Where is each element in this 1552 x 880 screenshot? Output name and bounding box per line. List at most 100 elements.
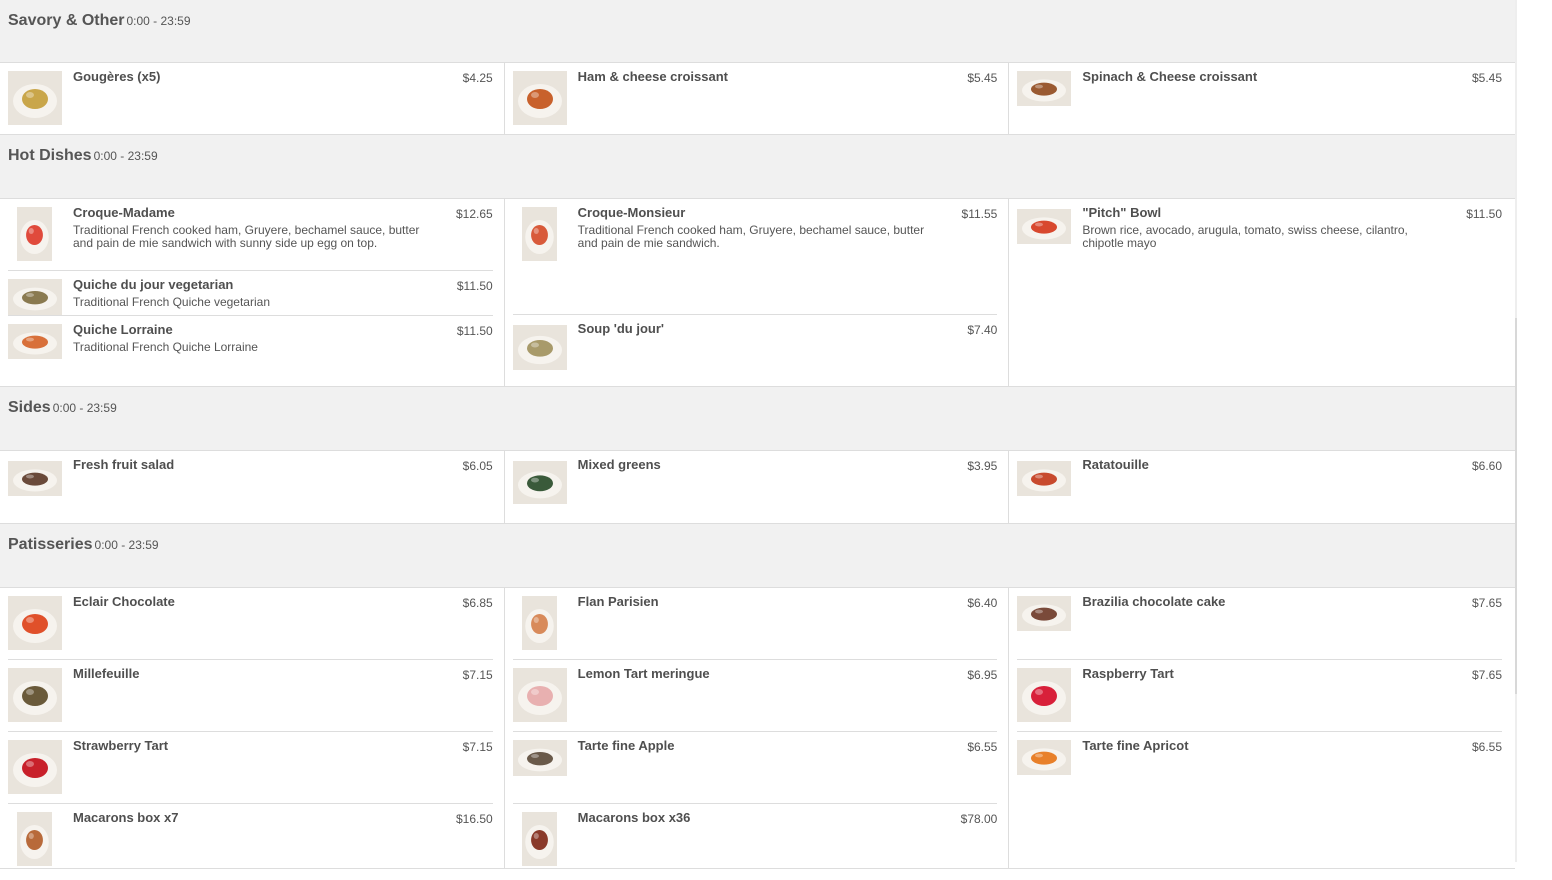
item-name[interactable]: Macarons box x36 [578, 810, 928, 826]
menu-item[interactable]: Croque-Monsieur Traditional French cooked… [513, 199, 997, 314]
item-photo[interactable] [8, 279, 62, 315]
item-photo[interactable] [512, 325, 567, 370]
menu-item[interactable]: Raspberry Tart $7.65 [1017, 659, 1503, 731]
menu-item[interactable]: Flan Parisien $6.40 [513, 588, 997, 659]
menu-item[interactable]: Eclair Chocolate $6.85 [8, 588, 493, 659]
item-photo[interactable] [8, 324, 62, 359]
strawberry-tart-icon [8, 740, 62, 794]
item-photo[interactable] [1017, 209, 1072, 244]
item-photo[interactable] [8, 71, 62, 125]
menu-item[interactable]: Quiche du jour vegetarian Traditional Fre… [8, 270, 493, 315]
menu-item[interactable]: "Pitch" Bowl Brown rice, avocado, arugula… [1017, 199, 1502, 384]
quiche-veg-icon [8, 279, 62, 315]
item-info: Millefeuille [73, 660, 423, 682]
menu-item[interactable]: Macarons box x36 $78.00 [512, 803, 998, 868]
menu-item[interactable]: Brazilia chocolate cake $7.65 [1017, 588, 1502, 659]
menu-item[interactable]: Millefeuille $7.15 [8, 659, 493, 731]
item-photo[interactable] [8, 461, 62, 496]
item-price: $11.50 [456, 324, 493, 338]
item-name[interactable]: Mixed greens [578, 457, 928, 473]
item-photo[interactable] [521, 207, 557, 261]
menu-item[interactable]: Gougères (x5) $4.25 [8, 63, 493, 134]
menu-item[interactable]: Ratatouille $6.60 [1017, 451, 1502, 523]
section-header: Hot Dishes 0:00 - 23:59 [0, 135, 1515, 199]
menu-item[interactable]: Strawberry Tart $7.15 [8, 731, 493, 803]
item-name[interactable]: Croque-Madame [73, 205, 423, 221]
millefeuille-icon [8, 668, 62, 722]
item-info: Fresh fruit salad [73, 451, 423, 473]
item-photo[interactable] [17, 812, 52, 866]
item-photo[interactable] [521, 812, 557, 866]
menu-column: Croque-Madame Traditional French cooked h… [0, 199, 504, 386]
item-price: $5.45 [1471, 71, 1503, 85]
item-info: Ratatouille [1082, 451, 1432, 473]
item-name[interactable]: Croque-Monsieur [578, 205, 928, 221]
item-name[interactable]: Quiche Lorraine [73, 322, 423, 338]
item-info: Flan Parisien [578, 588, 928, 610]
item-name[interactable]: Spinach & Cheese croissant [1082, 69, 1432, 85]
item-name[interactable]: Tarte fine Apricot [1082, 738, 1432, 754]
item-info: Macarons box x7 [73, 804, 423, 826]
menu-item[interactable]: Spinach & Cheese croissant $5.45 [1017, 63, 1502, 134]
item-name[interactable]: Quiche du jour vegetarian [73, 277, 423, 293]
item-name[interactable]: Gougères (x5) [73, 69, 423, 85]
menu-item[interactable]: Fresh fruit salad $6.05 [8, 451, 493, 523]
item-price: $11.50 [456, 279, 493, 293]
item-name[interactable]: Eclair Chocolate [73, 594, 423, 610]
eclair-icon [8, 596, 62, 650]
menu-column: Gougères (x5) $4.25 [0, 63, 504, 134]
menu-item[interactable]: Quiche Lorraine Traditional French Quiche… [8, 315, 493, 386]
item-name[interactable]: Strawberry Tart [73, 738, 423, 754]
item-photo[interactable] [521, 596, 557, 650]
section-hours: 0:00 - 23:59 [93, 149, 158, 163]
item-photo[interactable] [512, 668, 567, 722]
menu-item[interactable]: Macarons box x7 $16.50 [8, 803, 493, 868]
item-photo[interactable] [8, 740, 62, 794]
item-info: Croque-Monsieur Traditional French cooked… [578, 199, 928, 250]
menu-item[interactable]: Lemon Tart meringue $6.95 [512, 659, 998, 731]
item-photo[interactable] [1017, 71, 1072, 106]
item-name[interactable]: Millefeuille [73, 666, 423, 682]
item-name[interactable]: "Pitch" Bowl [1082, 205, 1432, 221]
item-photo[interactable] [1017, 596, 1072, 631]
menu-item[interactable]: Croque-Madame Traditional French cooked h… [8, 199, 493, 270]
menu-item[interactable]: Soup 'du jour' $7.40 [512, 314, 998, 385]
item-photo[interactable] [512, 740, 567, 776]
item-name[interactable]: Fresh fruit salad [73, 457, 423, 473]
item-photo[interactable] [8, 668, 62, 722]
item-price: $78.00 [960, 812, 998, 826]
item-info: Brazilia chocolate cake [1082, 588, 1432, 610]
item-photo[interactable] [1017, 740, 1072, 775]
item-name[interactable]: Ratatouille [1082, 457, 1432, 473]
item-price: $7.65 [1471, 668, 1503, 682]
item-name[interactable]: Soup 'du jour' [578, 321, 928, 337]
item-grid: Fresh fruit salad $6.05 Mixed greens $3.95 R… [0, 451, 1515, 524]
item-price: $5.45 [967, 71, 998, 85]
menu-item[interactable]: Ham & cheese croissant $5.45 [512, 63, 998, 134]
item-name[interactable]: Lemon Tart meringue [578, 666, 928, 682]
item-photo[interactable] [8, 596, 62, 650]
item-price: $6.55 [1471, 740, 1503, 754]
croque-monsieur-icon [521, 207, 557, 261]
item-name[interactable]: Macarons box x7 [73, 810, 423, 826]
item-photo[interactable] [1017, 668, 1072, 722]
menu-item[interactable]: Tarte fine Apricot $6.55 [1017, 731, 1503, 803]
item-info: Mixed greens [578, 451, 928, 473]
menu-column: Mixed greens $3.95 [503, 451, 1009, 523]
item-name[interactable]: Flan Parisien [578, 594, 928, 610]
item-photo[interactable] [1017, 461, 1072, 496]
item-name[interactable]: Brazilia chocolate cake [1082, 594, 1432, 610]
item-photo[interactable] [17, 207, 52, 261]
item-name[interactable]: Ham & cheese croissant [578, 69, 928, 85]
item-price: $7.15 [462, 668, 493, 682]
menu-item[interactable]: Mixed greens $3.95 [512, 451, 997, 523]
item-name[interactable]: Raspberry Tart [1082, 666, 1432, 682]
scrollbar-thumb[interactable] [1515, 318, 1517, 694]
item-name[interactable]: Tarte fine Apple [578, 738, 928, 754]
item-photo[interactable] [512, 461, 567, 504]
item-photo[interactable] [512, 71, 567, 125]
apricot-tart-icon [1017, 740, 1072, 775]
raspberry-tart-icon [1017, 668, 1072, 722]
menu-item[interactable]: Tarte fine Apple $6.55 [512, 731, 998, 803]
menu-column: Croque-Monsieur Traditional French cooked… [503, 199, 1009, 386]
